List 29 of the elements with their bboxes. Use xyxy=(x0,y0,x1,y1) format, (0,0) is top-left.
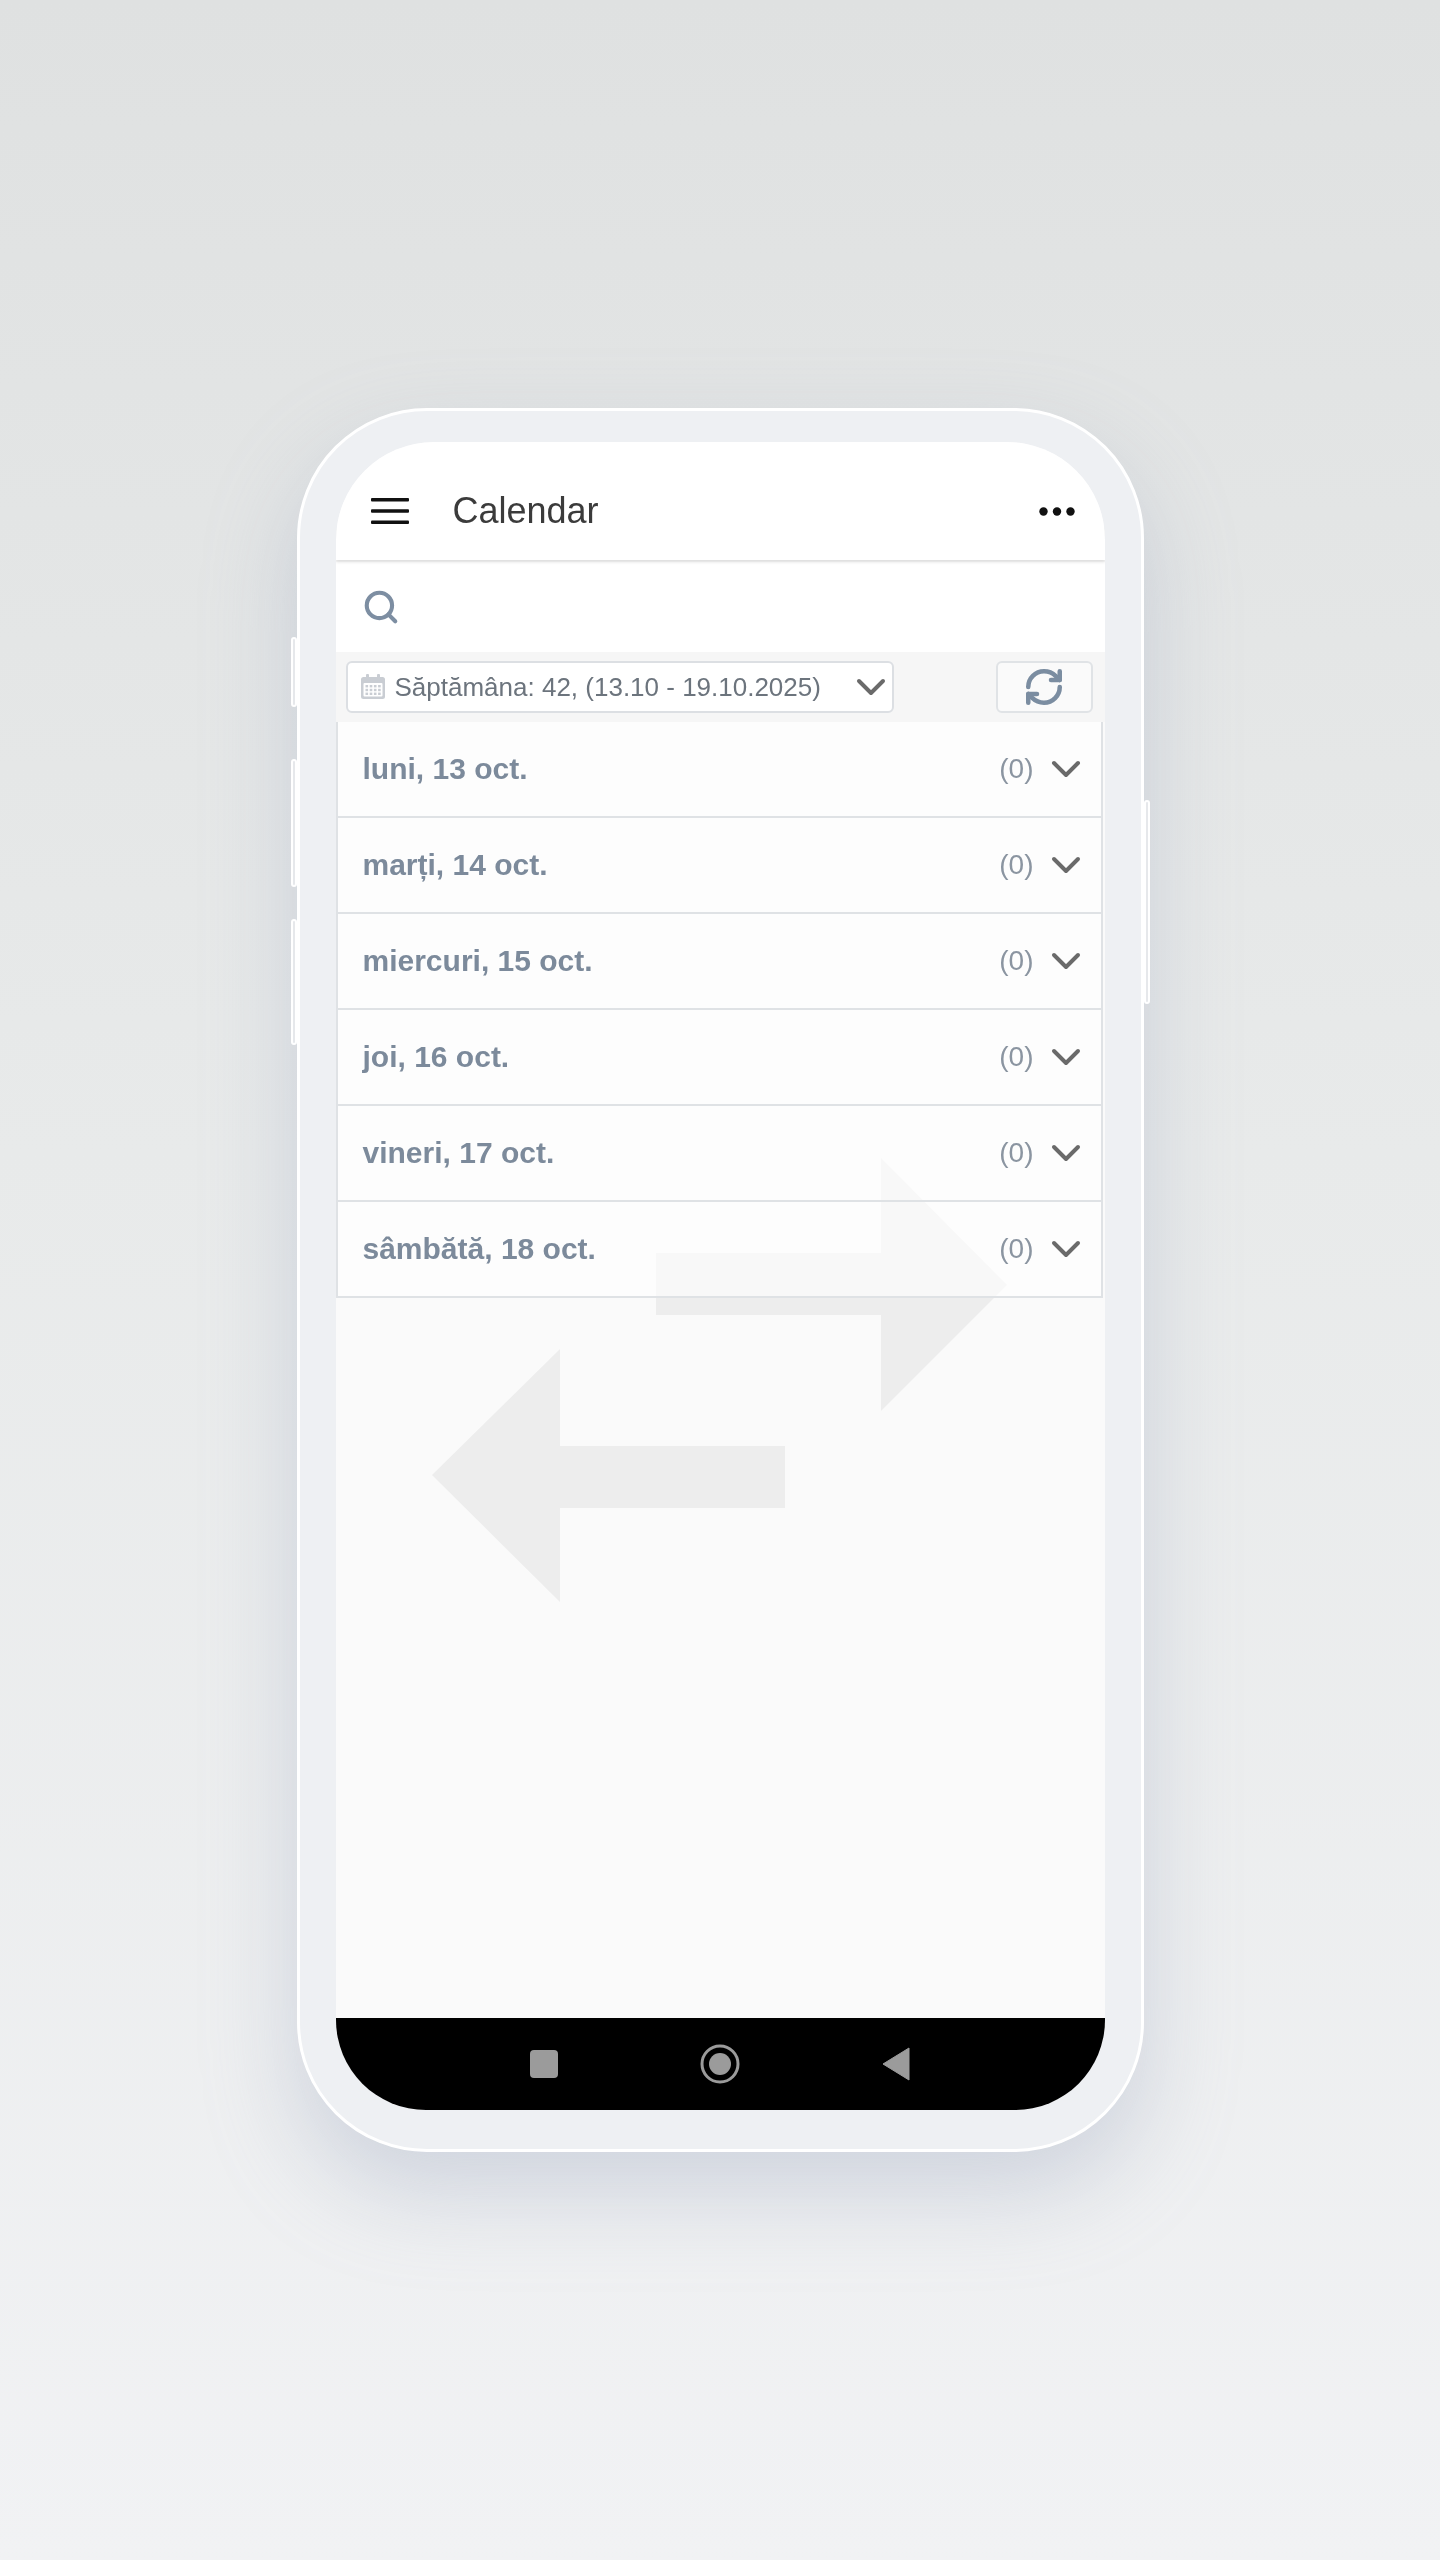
event-count: (0) xyxy=(999,753,1034,785)
menu-icon[interactable] xyxy=(370,497,409,525)
day-label: marți, 14 oct. xyxy=(362,848,548,882)
home-icon[interactable] xyxy=(700,2044,740,2084)
event-count: (0) xyxy=(999,945,1034,977)
day-row[interactable]: sâmbătă, 18 oct. (0) xyxy=(335,1202,1103,1298)
app-title: Calendar xyxy=(452,490,599,532)
refresh-button[interactable] xyxy=(995,661,1093,713)
calendar-icon xyxy=(359,674,386,700)
day-label: sâmbătă, 18 oct. xyxy=(362,1232,596,1266)
more-icon[interactable] xyxy=(1038,506,1075,516)
day-row[interactable]: miercuri, 15 oct. (0) xyxy=(335,914,1103,1010)
search-field[interactable] xyxy=(335,562,1105,652)
event-count: (0) xyxy=(999,1233,1034,1265)
week-dropdown[interactable]: Săptămâna: 42, (13.10 - 19.10.2025) xyxy=(345,661,894,713)
refresh-icon xyxy=(1023,666,1065,708)
event-count: (0) xyxy=(999,1041,1034,1073)
chevron-down-icon xyxy=(855,678,886,696)
event-count: (0) xyxy=(999,849,1034,881)
day-row[interactable]: luni, 13 oct. (0) xyxy=(335,722,1103,818)
day-label: luni, 13 oct. xyxy=(362,752,528,786)
day-label: miercuri, 15 oct. xyxy=(362,944,593,978)
day-row[interactable]: vineri, 17 oct. (0) xyxy=(335,1106,1103,1202)
day-row[interactable]: marți, 14 oct. (0) xyxy=(335,818,1103,914)
day-row[interactable]: joi, 16 oct. (0) xyxy=(335,1010,1103,1106)
back-icon[interactable] xyxy=(882,2047,910,2081)
day-label: vineri, 17 oct. xyxy=(362,1136,555,1170)
event-count: (0) xyxy=(999,1137,1034,1169)
day-label: joi, 16 oct. xyxy=(362,1040,510,1074)
